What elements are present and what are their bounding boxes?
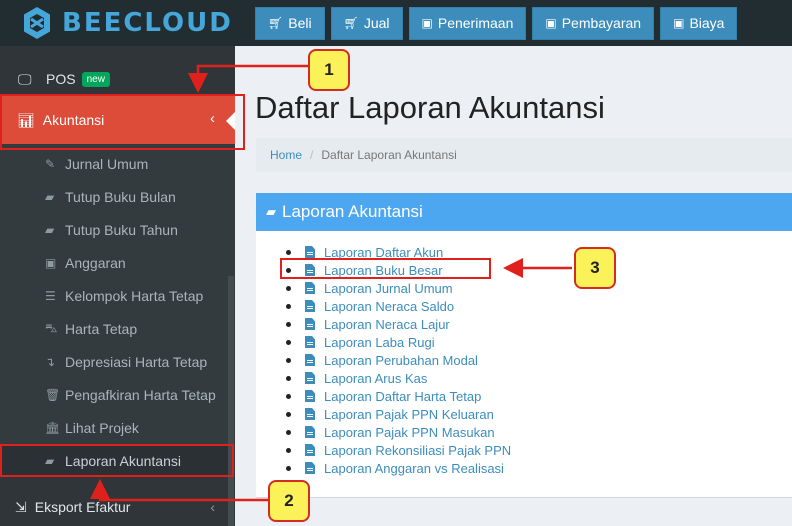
bullet xyxy=(286,357,291,363)
breadcrumb: Home / Daftar Laporan Akuntansi xyxy=(256,138,792,172)
report-link-anggaran-vs-realisasi[interactable]: Laporan Anggaran vs Realisasi xyxy=(286,459,511,477)
report-link-perubahan-modal[interactable]: Laporan Perubahan Modal xyxy=(286,351,511,369)
file-icon xyxy=(305,336,315,348)
chevron-left-icon: ‹ xyxy=(210,499,215,515)
sidebar-scrollbar[interactable] xyxy=(228,276,234,526)
bullet xyxy=(286,321,291,327)
file-icon xyxy=(305,390,315,402)
report-link-neraca-saldo[interactable]: Laporan Neraca Saldo xyxy=(286,297,511,315)
cart-icon: 🛒︎ xyxy=(268,16,284,30)
file-icon xyxy=(305,282,315,294)
breadcrumb-current: Daftar Laporan Akuntansi xyxy=(321,148,457,162)
page-title: Daftar Laporan Akuntansi xyxy=(255,90,605,125)
cart-icon: 🛒︎ xyxy=(343,16,359,30)
report-link-daftar-harta-tetap[interactable]: Laporan Daftar Harta Tetap xyxy=(286,387,511,405)
sidebar-item-anggaran[interactable]: ▣ Anggaran xyxy=(45,255,126,271)
penerimaan-button[interactable]: ▣ Penerimaan xyxy=(408,6,527,40)
file-icon xyxy=(305,408,315,420)
callout-1: 1 xyxy=(308,49,350,91)
bullet xyxy=(286,375,291,381)
bullet xyxy=(286,249,291,255)
car-icon: ⛍ xyxy=(45,321,58,335)
list-icon: ☰ xyxy=(45,289,56,303)
bullet xyxy=(286,465,291,471)
report-link-arus-kas[interactable]: Laporan Arus Kas xyxy=(286,369,511,387)
jual-button[interactable]: 🛒︎ Jual xyxy=(330,6,403,40)
bullet xyxy=(286,339,291,345)
logo[interactable]: BEECLOUD xyxy=(0,0,235,46)
callout-2: 2 xyxy=(268,480,310,522)
bank-icon: 🏛︎ xyxy=(45,421,61,435)
export-icon: ⇲ xyxy=(15,498,27,515)
logo-text: BEECLOUD xyxy=(62,8,233,38)
report-link-neraca-lajur[interactable]: Laporan Neraca Lajur xyxy=(286,315,511,333)
file-icon xyxy=(305,300,315,312)
report-link-jurnal-umum[interactable]: Laporan Jurnal Umum xyxy=(286,279,511,297)
top-nav: 🛒︎ Beli 🛒︎ Jual ▣ Penerimaan ▣ Pembayaran ▣ B… xyxy=(235,0,792,46)
bullet xyxy=(286,447,291,453)
sidebar-item-kelompok-harta-tetap[interactable]: ☰ Kelompok Harta Tetap xyxy=(45,288,203,304)
level-down-icon: ↴ xyxy=(45,355,56,369)
edit-icon: ✎ xyxy=(45,157,56,171)
book-icon: ▰ xyxy=(45,223,55,237)
file-icon xyxy=(305,372,315,384)
report-link-rekonsiliasi-pajak-ppn[interactable]: Laporan Rekonsiliasi Pajak PPN xyxy=(286,441,511,459)
file-icon xyxy=(305,246,315,258)
money-icon: ▣ xyxy=(421,16,433,30)
sidebar-item-harta-tetap[interactable]: ⛍ Harta Tetap xyxy=(45,321,137,337)
report-box-title: Laporan Akuntansi xyxy=(282,202,423,221)
sidebar-item-tutup-buku-tahun[interactable]: ▰ Tutup Buku Tahun xyxy=(45,222,178,238)
bullet xyxy=(286,429,291,435)
trash-icon: 🗑︎ xyxy=(45,388,61,402)
file-icon xyxy=(305,444,315,456)
biaya-button[interactable]: ▣ Biaya xyxy=(660,6,738,40)
new-badge: new xyxy=(81,71,110,87)
sidebar-item-pengafkiran-harta-tetap[interactable]: 🗑︎ Pengafkiran Harta Tetap xyxy=(45,387,216,403)
bullet xyxy=(286,393,291,399)
money-icon: ▣ xyxy=(673,16,685,30)
bee-hex-logo-icon xyxy=(24,7,50,39)
report-link-pajak-ppn-masukan[interactable]: Laporan Pajak PPN Masukan xyxy=(286,423,511,441)
highlight-laporan-akuntansi xyxy=(0,444,234,477)
monitor-icon: 🖵︎ xyxy=(18,70,32,87)
money-icon: ▣ xyxy=(45,256,57,270)
file-icon xyxy=(305,318,315,330)
sidebar-item-jurnal-umum[interactable]: ✎ Jurnal Umum xyxy=(45,156,148,172)
sidebar-item-depresiasi-harta-tetap[interactable]: ↴ Depresiasi Harta Tetap xyxy=(45,354,207,370)
bullet xyxy=(286,285,291,291)
file-icon xyxy=(305,426,315,438)
file-icon xyxy=(305,354,315,366)
callout-3: 3 xyxy=(574,247,616,289)
report-box-header: ▰ Laporan Akuntansi xyxy=(256,193,792,231)
breadcrumb-separator: / xyxy=(310,148,314,162)
bullet xyxy=(286,411,291,417)
sidebar-item-tutup-buku-bulan[interactable]: ▰ Tutup Buku Bulan xyxy=(45,189,176,205)
file-icon xyxy=(305,462,315,474)
sidebar-item-eksport-efaktur[interactable]: ⇲ Eksport Efaktur ‹ xyxy=(0,492,235,522)
book-icon: ▰ xyxy=(45,190,55,204)
pembayaran-button[interactable]: ▣ Pembayaran xyxy=(532,6,655,40)
report-link-laba-rugi[interactable]: Laporan Laba Rugi xyxy=(286,333,511,351)
sidebar-item-lihat-projek[interactable]: 🏛︎ Lihat Projek xyxy=(45,420,139,436)
bullet xyxy=(286,303,291,309)
highlight-akuntansi xyxy=(0,94,245,150)
report-link-pajak-ppn-keluaran[interactable]: Laporan Pajak PPN Keluaran xyxy=(286,405,511,423)
book-icon: ▰ xyxy=(266,204,276,219)
report-box: ▰ Laporan Akuntansi Laporan Daftar Akun … xyxy=(256,193,792,498)
breadcrumb-home-link[interactable]: Home xyxy=(270,148,302,162)
top-bar: BEECLOUD 🛒︎ Beli 🛒︎ Jual ▣ Penerimaan ▣ Pemb… xyxy=(0,0,792,46)
money-icon: ▣ xyxy=(545,16,557,30)
sidebar-item-pos[interactable]: 🖵︎ POS new xyxy=(0,64,235,94)
highlight-buku-besar xyxy=(280,258,491,279)
beli-button[interactable]: 🛒︎ Beli xyxy=(255,6,325,40)
